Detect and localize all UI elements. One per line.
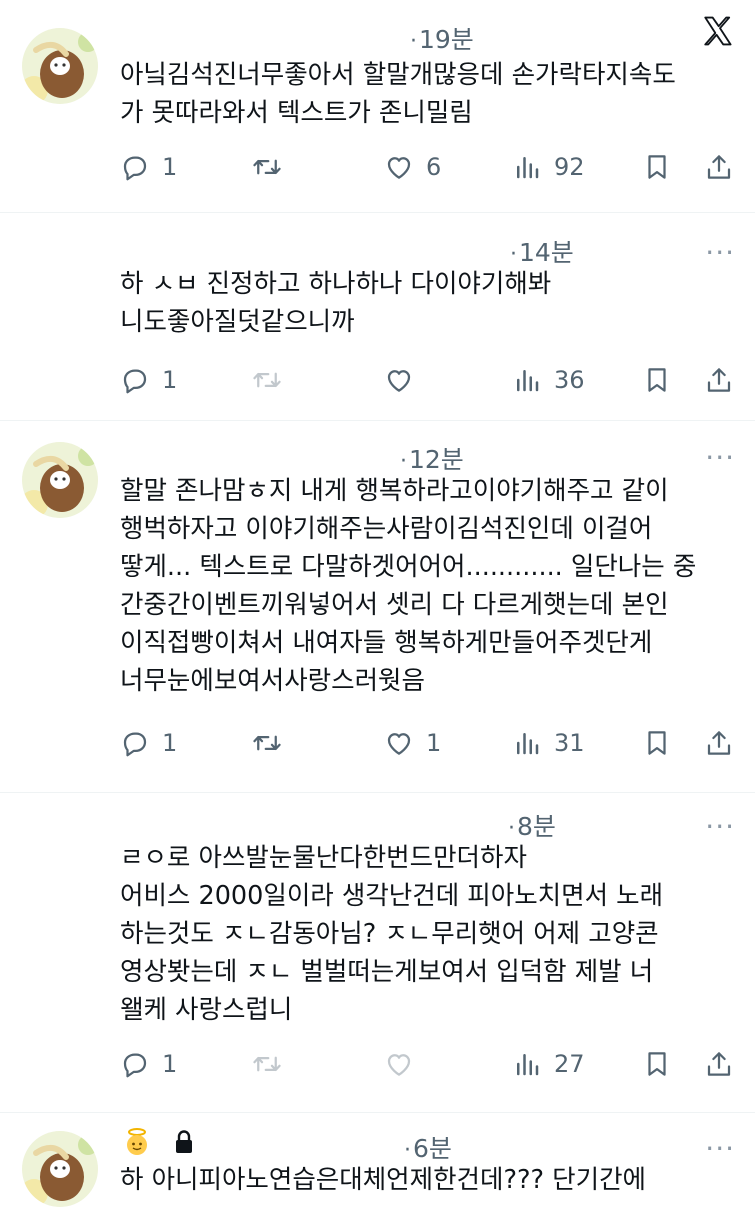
heart-icon <box>387 370 411 392</box>
views-button[interactable]: 36 <box>512 363 585 397</box>
bookmark-button[interactable] <box>642 363 672 397</box>
like-button[interactable] <box>384 363 414 397</box>
tweet-text: 하 ㅅㅂ 진정하고 하나하나 다이야기해봐 니도좋아질덧같으니까 <box>120 269 552 337</box>
reply-button[interactable]: 1 <box>120 363 177 397</box>
share-icon <box>707 731 731 755</box>
share-button[interactable] <box>704 1047 734 1081</box>
views-button[interactable]: 92 <box>512 150 585 184</box>
share-icon <box>707 155 731 179</box>
kiwi-character-avatar-icon <box>22 1131 98 1207</box>
tweet-actions: 1 36 <box>120 363 740 397</box>
tweet-text: ㄹㅇ로 아쓰발눈물난다한번드만더하자 어비스 2000일이라 생각난건데 피아노… <box>120 843 664 1025</box>
tweet-2[interactable]: ·14분 ··· 하 ㅅㅂ 진정하고 하나하나 다이야기해봐 니도좋아질덧같으니… <box>0 215 755 420</box>
tweet-actions: 1 6 92 <box>120 150 740 184</box>
retweet-button[interactable] <box>252 363 282 397</box>
tweet-5[interactable]: ·6분 ··· 하 아니피아노연습은대체언제한건데??? 단기간에 <box>0 1115 755 1207</box>
avatar[interactable] <box>22 442 98 518</box>
share-icon <box>707 368 731 392</box>
bookmark-button[interactable] <box>642 726 672 760</box>
retweet-icon <box>253 1056 281 1072</box>
tweet-timestamp[interactable]: ·8분 <box>508 807 556 841</box>
more-options-icon[interactable]: ··· <box>705 239 735 267</box>
tweet-timestamp[interactable]: ·14분 <box>510 233 574 267</box>
lock-icon <box>176 1130 192 1153</box>
views-chart-icon <box>517 370 539 392</box>
retweet-button[interactable] <box>252 150 282 184</box>
tweet-timestamp[interactable]: ·6분 <box>404 1129 452 1163</box>
bookmark-icon <box>648 368 666 392</box>
tweet-1[interactable]: ·19분 아닠김석진너무좋아서 할말개많응데 손가락타지속도 가 못따라와서 텍… <box>0 0 755 205</box>
view-count: 27 <box>554 1050 585 1078</box>
tweet-text: 아닠김석진너무좋아서 할말개많응데 손가락타지속도 가 못따라와서 텍스트가 존… <box>120 60 676 128</box>
reply-count: 1 <box>162 1050 178 1078</box>
divider <box>0 1112 755 1113</box>
reply-count: 1 <box>162 153 178 181</box>
retweet-icon <box>253 372 281 388</box>
more-options-icon[interactable]: ··· <box>705 444 735 472</box>
view-count: 36 <box>554 366 585 394</box>
bookmark-button[interactable] <box>642 150 672 184</box>
kiwi-character-avatar-icon <box>22 28 98 104</box>
heart-icon <box>387 1054 411 1076</box>
views-chart-icon <box>517 733 539 755</box>
share-button[interactable] <box>704 150 734 184</box>
divider <box>0 792 755 793</box>
reply-icon <box>123 369 147 394</box>
reply-icon <box>123 732 147 757</box>
share-button[interactable] <box>704 363 734 397</box>
views-chart-icon <box>517 157 539 179</box>
like-button[interactable] <box>384 1047 414 1081</box>
tweet-timestamp[interactable]: ·12분 <box>400 440 464 474</box>
angel-emoji-icon <box>127 1128 147 1155</box>
reply-button[interactable]: 1 <box>120 726 177 760</box>
tweet-text: 할말 존나맘ㅎ지 내게 행복하라고이야기해주고 같이 행벅하자고 이야기해주는사… <box>120 476 697 696</box>
share-icon <box>707 1052 731 1076</box>
more-options-icon[interactable]: ··· <box>705 813 735 841</box>
bookmark-button[interactable] <box>642 1047 672 1081</box>
like-button[interactable]: 1 <box>384 726 441 760</box>
avatar[interactable] <box>22 28 98 104</box>
avatar[interactable] <box>22 1131 98 1207</box>
retweet-icon <box>253 159 281 175</box>
retweet-icon <box>253 735 281 751</box>
kiwi-character-avatar-icon <box>22 442 98 518</box>
view-count: 92 <box>554 153 585 181</box>
reply-button[interactable]: 1 <box>120 150 177 184</box>
view-count: 31 <box>554 729 585 757</box>
reply-count: 1 <box>162 366 178 394</box>
tweet-actions: 1 27 <box>120 1047 740 1081</box>
reply-icon <box>123 156 147 181</box>
reply-count: 1 <box>162 729 178 757</box>
views-button[interactable]: 31 <box>512 726 585 760</box>
more-options-icon[interactable]: ··· <box>705 1135 735 1163</box>
bookmark-icon <box>648 1052 666 1076</box>
reply-button[interactable]: 1 <box>120 1047 177 1081</box>
reply-icon <box>123 1053 147 1078</box>
divider <box>0 212 755 213</box>
bookmark-icon <box>648 155 666 179</box>
tweet-text: 하 아니피아노연습은대체언제한건데??? 단기간에 <box>120 1165 647 1195</box>
tweet-3[interactable]: ·12분 ··· 할말 존나맘ㅎ지 내게 행복하라고이야기해주고 같이 행벅하자… <box>0 422 755 792</box>
like-count: 6 <box>426 153 442 181</box>
bookmark-icon <box>648 731 666 755</box>
tweet-actions: 1 1 31 <box>120 726 740 760</box>
retweet-button[interactable] <box>252 1047 282 1081</box>
tweet-timestamp[interactable]: ·19분 <box>410 20 474 54</box>
heart-icon <box>387 157 411 179</box>
like-count: 1 <box>426 729 442 757</box>
heart-icon <box>387 733 411 755</box>
like-button[interactable]: 6 <box>384 150 441 184</box>
views-chart-icon <box>517 1054 539 1076</box>
retweet-button[interactable] <box>252 726 282 760</box>
views-button[interactable]: 27 <box>512 1047 585 1081</box>
tweet-4[interactable]: ·8분 ··· ㄹㅇ로 아쓰발눈물난다한번드만더하자 어비스 2000일이라 생… <box>0 795 755 1115</box>
divider <box>0 420 755 421</box>
share-button[interactable] <box>704 726 734 760</box>
